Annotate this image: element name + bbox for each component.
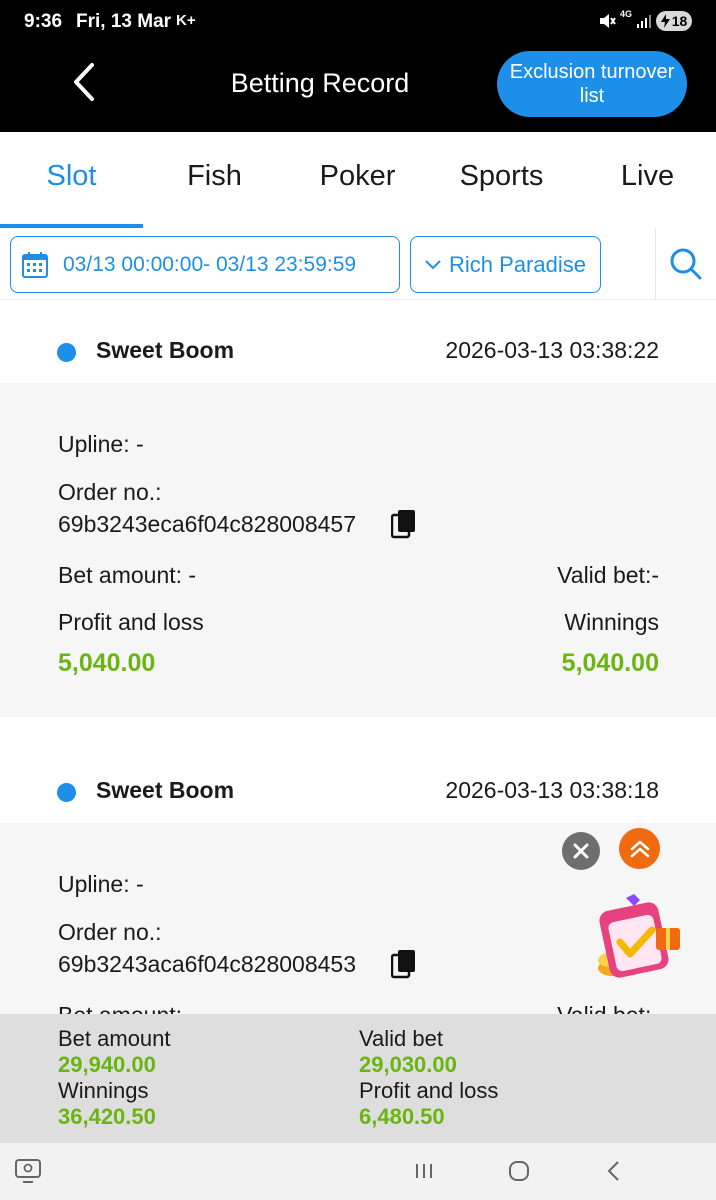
record-order-label: Order no.: [58,479,162,505]
top-bar: 9:36 Fri, 13 Mar K+ 4G 18 Betting Record… [0,0,716,132]
system-back-button[interactable] [598,1155,630,1187]
game-type-tabs: Slot Fish Poker Sports Live [0,132,716,228]
double-chevron-up-icon [630,840,649,857]
record-profit-label: Profit and loss [58,609,204,635]
record-upline: Upline: - [58,431,144,457]
summary-panel: Bet amount 29,940.00 Valid bet 29,030.00… [0,1014,716,1143]
record-game-name: Sweet Boom [96,777,235,803]
record-valid-bet: Valid bet:- [557,562,659,588]
record-timestamp: 2026-03-13 03:38:22 [445,337,659,363]
carrier-label: K+ [176,12,196,29]
status-dot [57,783,76,802]
game-provider-select[interactable]: Rich Paradise [410,236,601,293]
system-nav-bar [0,1143,716,1200]
copy-icon[interactable] [390,949,417,979]
close-icon [573,843,589,859]
record-timestamp: 2026-03-13 03:38:18 [445,777,659,803]
tab-fish[interactable]: Fish [143,160,286,193]
tab-live[interactable]: Live [576,160,716,193]
exclusion-turnover-list-button[interactable]: Exclusion turnover list [497,51,687,117]
tab-slot[interactable]: Slot [0,160,143,193]
record-profit-value: 5,040.00 [58,649,156,677]
battery-level: 18 [671,13,688,29]
record-order-no: 69b3243eca6f04c828008457 [58,511,357,537]
copy-icon[interactable] [390,509,417,539]
screen-recorder-icon[interactable] [12,1155,44,1187]
promo-gift-icon[interactable] [590,890,690,990]
scroll-to-top-button[interactable] [619,828,660,869]
home-icon [509,1161,529,1181]
date-range-value: 03/13 00:00:00- 03/13 23:59:59 [63,252,357,276]
summary-profit-value: 6,480.50 [359,1104,445,1129]
record-bet-amount: Bet amount: - [58,562,197,588]
record-bet-amount: Bet amount: - [58,1002,196,1014]
mute-icon [598,11,616,36]
tab-poker[interactable]: Poker [286,160,429,193]
back-icon [607,1161,619,1181]
summary-valid-bet-value: 29,030.00 [359,1052,457,1077]
tab-sports[interactable]: Sports [430,160,573,193]
chevron-down-icon [425,259,441,269]
recent-apps-button[interactable] [408,1155,440,1187]
summary-profit-label: Profit and loss [359,1078,499,1103]
battery-icon: 18 [656,11,692,31]
date-range-picker[interactable]: 03/13 00:00:00- 03/13 23:59:59 [10,236,400,293]
charging-icon [660,14,670,28]
summary-bet-amount-value: 29,940.00 [58,1052,156,1077]
record-header: Sweet Boom 2026-03-13 03:38:22 [0,310,716,390]
record-order-label: Order no.: [58,919,162,945]
record-upline: Upline: - [58,871,144,897]
calendar-icon [22,251,48,278]
signal-icon [636,13,652,34]
home-button[interactable] [503,1155,535,1187]
status-dot [57,343,76,362]
status-time: 9:36 [24,11,63,32]
record-body: Upline: - Order no.: 69b3243eca6f04c8280… [0,383,716,717]
close-promo-button[interactable] [562,832,600,870]
record-order-no: 69b3243aca6f04c828008453 [58,951,357,977]
game-provider-value: Rich Paradise [449,251,586,277]
recent-apps-icon [416,1164,432,1178]
record-header: Sweet Boom 2026-03-13 03:38:18 [0,750,716,830]
search-icon [670,248,702,280]
record-winnings-label: Winnings [564,609,659,635]
status-date: Fri, 13 Mar [76,11,172,32]
status-bar: 9:36 Fri, 13 Mar K+ 4G 18 [0,0,716,44]
summary-valid-bet-label: Valid bet [359,1026,443,1051]
search-button[interactable] [655,228,716,300]
filter-bar: 03/13 00:00:00- 03/13 23:59:59 Rich Para… [0,228,716,300]
summary-winnings-value: 36,420.50 [58,1104,156,1129]
network-type: 4G [620,9,633,19]
summary-winnings-label: Winnings [58,1078,149,1103]
record-winnings-value: 5,040.00 [561,649,659,677]
summary-bet-amount-label: Bet amount [58,1026,171,1051]
record-valid-bet: Valid bet:- [557,1002,659,1014]
record-game-name: Sweet Boom [96,337,235,363]
